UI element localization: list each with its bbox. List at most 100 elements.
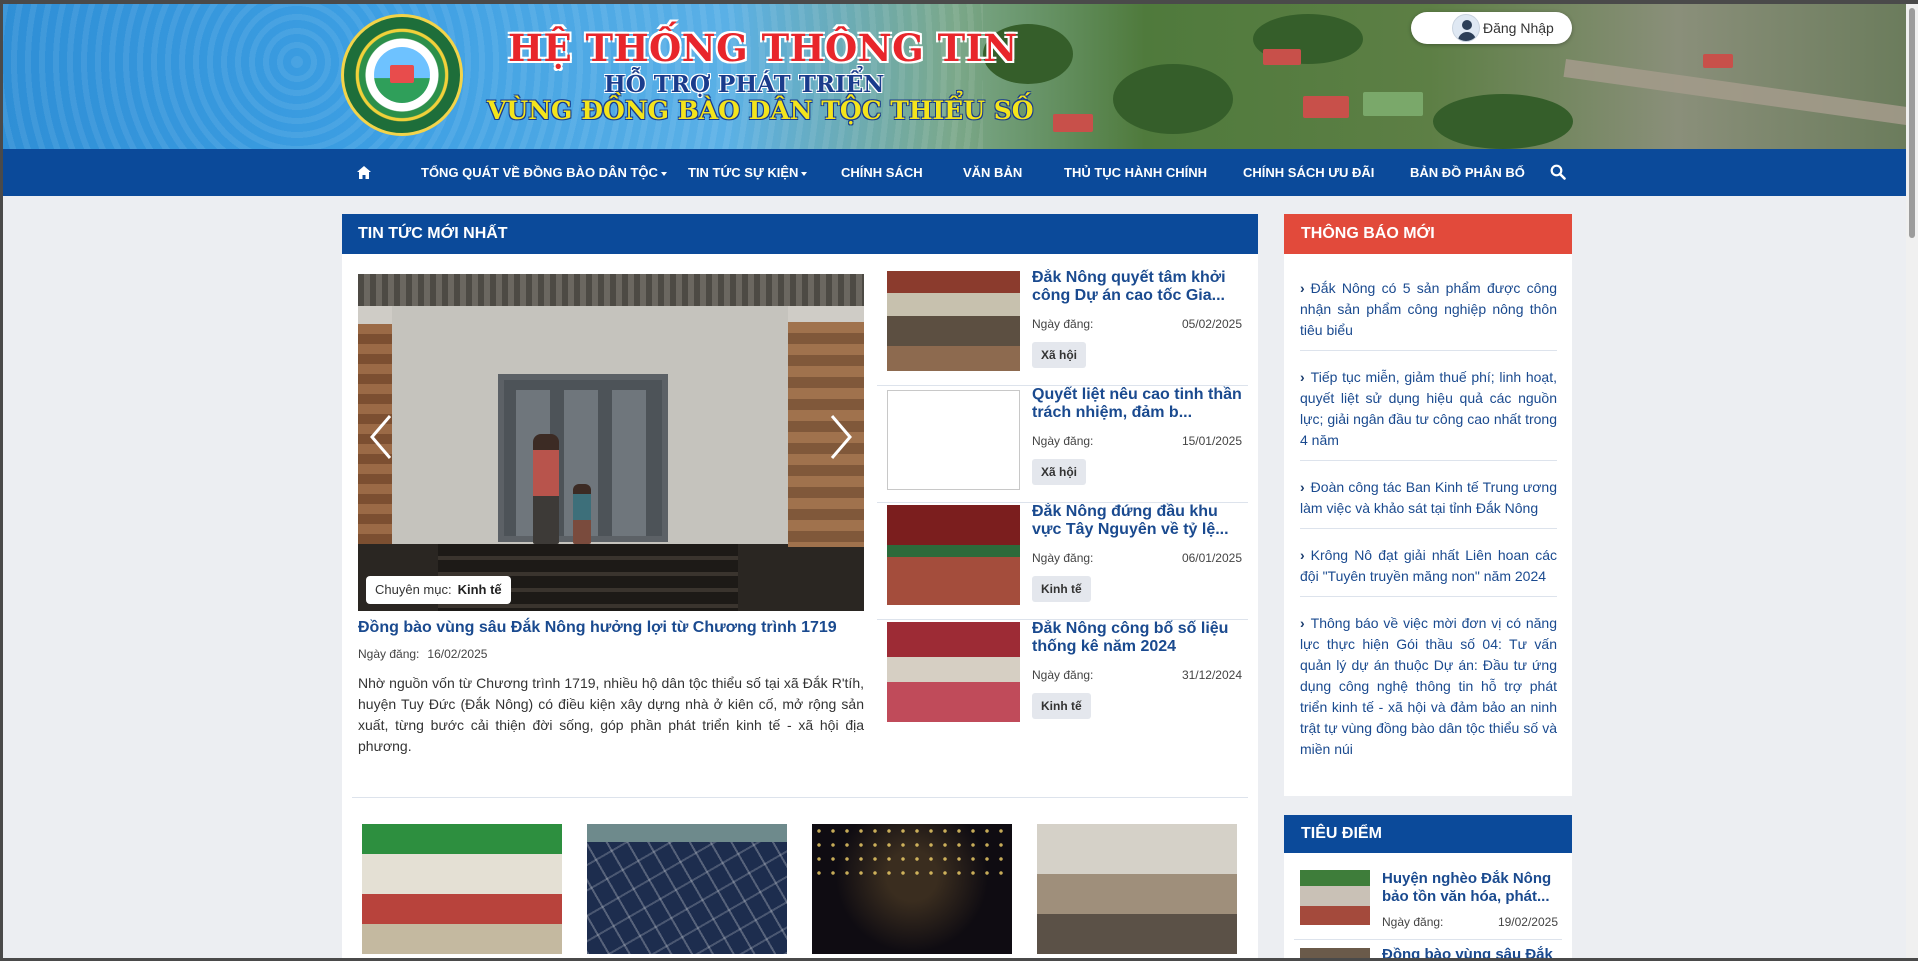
featured-slider-image[interactable] bbox=[358, 274, 864, 611]
banner-trees bbox=[1113, 64, 1233, 134]
news-title[interactable]: Đắk Nông quyết tâm khởi công Dự án cao t… bbox=[1032, 269, 1242, 305]
window-frame-top bbox=[0, 0, 1918, 4]
banner-trees bbox=[1433, 94, 1573, 149]
date-label: Ngày đăng: bbox=[1382, 915, 1444, 929]
section-divider bbox=[352, 797, 1248, 798]
notice-item[interactable]: Đoàn công tác Ban Kinh tế Trung ương làm… bbox=[1300, 477, 1557, 529]
nav-item-news[interactable]: TIN TỨC SỰ KIỆN bbox=[688, 149, 808, 196]
category-value: Kinh tế bbox=[457, 582, 502, 597]
image-detail bbox=[812, 824, 1012, 884]
category-tag[interactable]: Xã hội bbox=[1032, 342, 1087, 368]
news-thumbnail-broken[interactable] bbox=[887, 390, 1020, 490]
focus-thumbnail[interactable] bbox=[1300, 870, 1370, 925]
notice-item[interactable]: Đắk Nông có 5 sản phẩm được công nhận sả… bbox=[1300, 278, 1557, 351]
nav-item-label: CHÍNH SÁCH bbox=[841, 165, 923, 180]
site-logo[interactable] bbox=[341, 14, 463, 136]
date-value: 06/01/2025 bbox=[1181, 551, 1242, 565]
section-heading: TIÊU ĐIỂM bbox=[1284, 815, 1572, 853]
latest-news-panel: TIN TỨC MỚI NHẤT Chuyên mục: Kinh tế Đồng… bbox=[342, 214, 1258, 961]
image-detail bbox=[533, 434, 559, 544]
focus-panel: TIÊU ĐIỂM Huyện nghèo Đắk Nông bảo tồn v… bbox=[1284, 815, 1572, 961]
list-divider bbox=[1294, 939, 1562, 940]
news-thumbnail[interactable] bbox=[887, 622, 1020, 722]
news-thumbnail[interactable] bbox=[887, 505, 1020, 605]
news-title[interactable]: Quyết liệt nêu cao tinh thần trách nhiệm… bbox=[1032, 386, 1242, 422]
gallery-thumbnail[interactable] bbox=[362, 824, 562, 954]
gallery-thumbnail[interactable] bbox=[812, 824, 1012, 954]
caret-down-icon bbox=[660, 171, 667, 176]
nav-item-label: TIN TỨC SỰ KIỆN bbox=[688, 165, 799, 180]
nav-item-label: VĂN BẢN bbox=[963, 165, 1023, 180]
notices-panel: THÔNG BÁO MỚI Đắk Nông có 5 sản phẩm đượ… bbox=[1284, 214, 1572, 796]
slider-prev-arrow-icon[interactable] bbox=[368, 414, 394, 460]
featured-article-title[interactable]: Đồng bào vùng sâu Đắk Nông hưởng lợi từ … bbox=[358, 619, 868, 637]
banner-house bbox=[1303, 96, 1349, 118]
news-list-item[interactable]: Đắk Nông quyết tâm khởi công Dự án cao t… bbox=[877, 269, 1248, 386]
slider-next-arrow-icon[interactable] bbox=[828, 414, 854, 460]
nav-item-distribution-map[interactable]: BẢN ĐỒ PHÂN BỐ bbox=[1410, 149, 1525, 196]
image-detail bbox=[573, 484, 591, 544]
window-frame-left bbox=[0, 0, 3, 961]
image-detail bbox=[587, 842, 787, 954]
gallery-thumbnail[interactable] bbox=[587, 824, 787, 954]
news-list-item[interactable]: Đắk Nông công bố số liệu thống kê năm 20… bbox=[877, 620, 1248, 737]
date-label: Ngày đăng: bbox=[1032, 434, 1094, 448]
date-label: Ngày đăng: bbox=[358, 647, 420, 661]
nav-item-overview[interactable]: TỔNG QUÁT VỀ ĐỒNG BÀO DÂN TỘC bbox=[421, 149, 667, 196]
banner-house bbox=[1703, 54, 1733, 68]
nav-item-label: TỔNG QUÁT VỀ ĐỒNG BÀO DÂN TỘC bbox=[421, 165, 658, 180]
page-scrollbar[interactable] bbox=[1906, 4, 1918, 958]
date-label: Ngày đăng: bbox=[1032, 668, 1094, 682]
image-detail bbox=[358, 274, 864, 306]
news-title[interactable]: Đắk Nông công bố số liệu thống kê năm 20… bbox=[1032, 620, 1242, 656]
gallery-thumbnail[interactable] bbox=[1037, 824, 1237, 954]
scrollbar-thumb[interactable] bbox=[1909, 8, 1915, 238]
news-list-item[interactable]: Quyết liệt nêu cao tinh thần trách nhiệm… bbox=[877, 386, 1248, 503]
notice-item[interactable]: Thông báo về việc mời đơn vị có năng lực… bbox=[1300, 613, 1557, 769]
banner-house bbox=[1363, 92, 1423, 116]
user-avatar-icon bbox=[1452, 14, 1480, 42]
category-tag[interactable]: Kinh tế bbox=[1032, 576, 1091, 602]
site-title-line2: HỖ TRỢ PHÁT TRIỂN bbox=[604, 71, 885, 98]
caret-down-icon bbox=[801, 171, 808, 176]
news-thumbnail[interactable] bbox=[887, 271, 1020, 371]
featured-category-badge[interactable]: Chuyên mục: Kinh tế bbox=[366, 576, 511, 604]
date-label: Ngày đăng: bbox=[1032, 317, 1094, 331]
login-button[interactable]: Đăng Nhập bbox=[1411, 12, 1572, 44]
date-value: 15/01/2025 bbox=[1181, 434, 1242, 448]
featured-article-description: Nhờ nguồn vốn từ Chương trình 1719, nhiề… bbox=[358, 675, 864, 754]
site-title-line1: HỆ THỐNG THÔNG TIN bbox=[508, 26, 1018, 70]
main-navigation: TỔNG QUÁT VỀ ĐỒNG BÀO DÂN TỘC TIN TỨC SỰ… bbox=[3, 149, 1906, 196]
banner-house bbox=[1263, 49, 1301, 65]
date-value: 19/02/2025 bbox=[1497, 915, 1558, 929]
category-tag[interactable]: Kinh tế bbox=[1032, 693, 1091, 719]
nav-item-label: CHÍNH SÁCH ƯU ĐÃI bbox=[1243, 165, 1375, 180]
date-value: 31/12/2024 bbox=[1181, 668, 1242, 682]
news-title[interactable]: Đắk Nông đứng đầu khu vực Tây Nguyên về … bbox=[1032, 503, 1242, 539]
news-list-item[interactable]: Đắk Nông đứng đầu khu vực Tây Nguyên về … bbox=[877, 503, 1248, 620]
section-heading: TIN TỨC MỚI NHẤT bbox=[342, 214, 1258, 254]
date-value: 05/02/2025 bbox=[1181, 317, 1242, 331]
banner-house bbox=[1053, 114, 1093, 132]
date-value: 16/02/2025 bbox=[427, 647, 488, 661]
notice-item[interactable]: Tiếp tục miễn, giảm thuế phí; linh hoạt,… bbox=[1300, 367, 1557, 461]
section-heading: THÔNG BÁO MỚI bbox=[1284, 214, 1572, 254]
nav-item-preferential-policy[interactable]: CHÍNH SÁCH ƯU ĐÃI bbox=[1243, 149, 1374, 196]
image-detail bbox=[612, 390, 646, 536]
nav-item-label: BẢN ĐỒ PHÂN BỐ bbox=[1410, 165, 1525, 180]
notice-item[interactable]: Krông Nô đạt giải nhất Liên hoan các đội… bbox=[1300, 545, 1557, 597]
login-label: Đăng Nhập bbox=[1483, 20, 1554, 36]
focus-title[interactable]: Huyện nghèo Đắk Nông bảo tồn văn hóa, ph… bbox=[1382, 870, 1558, 906]
home-icon[interactable] bbox=[357, 166, 371, 179]
nav-item-admin-procedures[interactable]: THỦ TỤC HÀNH CHÍNH bbox=[1064, 149, 1207, 196]
banner-road bbox=[1563, 59, 1906, 127]
nav-item-documents[interactable]: VĂN BẢN bbox=[963, 149, 1022, 196]
category-tag[interactable]: Xã hội bbox=[1032, 459, 1087, 485]
nav-item-policy[interactable]: CHÍNH SÁCH bbox=[841, 149, 923, 196]
search-icon[interactable] bbox=[1550, 164, 1566, 180]
date-label: Ngày đăng: bbox=[1032, 551, 1094, 565]
featured-article-date: Ngày đăng: 16/02/2025 bbox=[358, 647, 487, 661]
site-title-line3: VÙNG ĐỒNG BÀO DÂN TỘC THIỂU SỐ bbox=[487, 96, 1034, 125]
nav-item-label: THỦ TỤC HÀNH CHÍNH bbox=[1064, 165, 1207, 180]
logo-house-icon bbox=[390, 65, 414, 83]
